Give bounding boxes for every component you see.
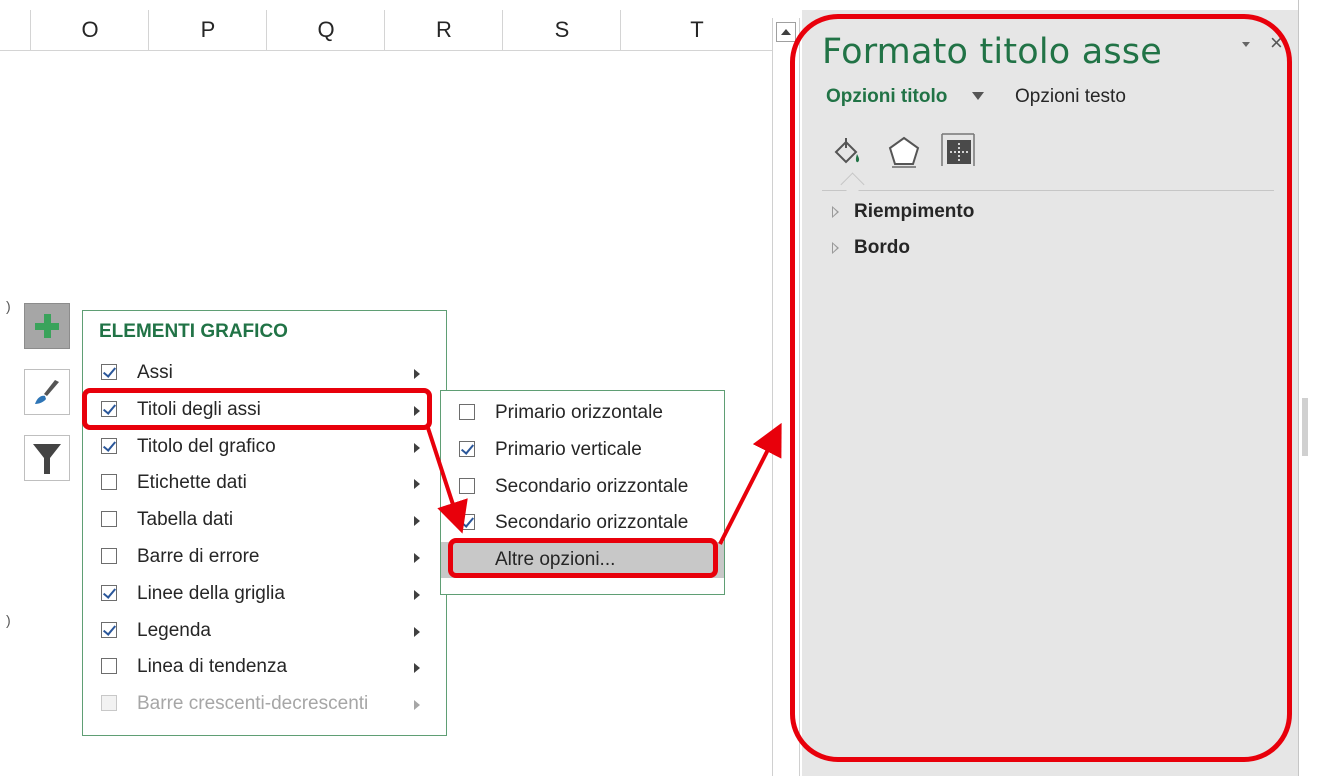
- annotation-arrows: [426, 422, 782, 545]
- arrow-to-more-options: [426, 427, 468, 534]
- arrow-to-format-pane: [718, 422, 782, 545]
